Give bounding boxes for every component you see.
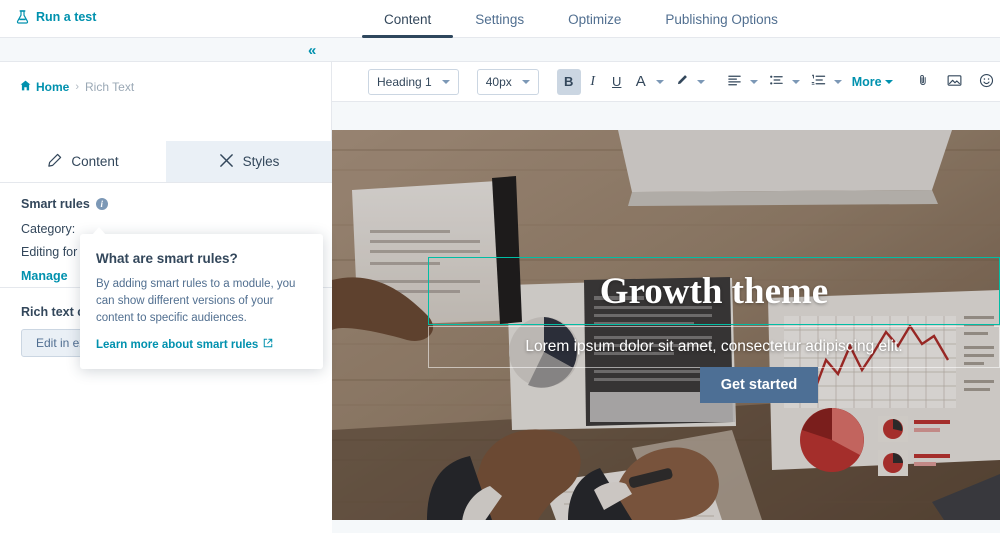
bold-button[interactable]: B: [557, 69, 581, 95]
numbered-list-button[interactable]: [807, 69, 831, 95]
rich-text-toolbar: Heading 1 40px B I U A: [332, 62, 1000, 102]
smart-rules-label-row: Smart rules i: [21, 197, 108, 211]
hero-subheading[interactable]: Lorem ipsum dolor sit amet, consectetur …: [428, 327, 1000, 367]
font-color-control[interactable]: A: [629, 69, 664, 95]
chevron-down-icon: [522, 80, 530, 84]
breadcrumb: Home › Rich Text: [20, 80, 134, 94]
align-left-button[interactable]: [723, 69, 747, 95]
tab-optimize[interactable]: Optimize: [546, 0, 643, 38]
image-icon: [947, 73, 962, 91]
font-size-select[interactable]: 40px: [477, 69, 539, 95]
external-link-icon: [263, 338, 273, 351]
chevron-down-icon: [656, 80, 664, 84]
secondary-strip: [0, 38, 1000, 62]
highlighter-icon: [674, 73, 689, 91]
breadcrumb-separator: ›: [75, 81, 79, 93]
highlight-control[interactable]: [670, 69, 705, 95]
run-a-test-button[interactable]: Run a test: [16, 10, 96, 24]
underline-button[interactable]: U: [605, 69, 629, 95]
emoji-button[interactable]: [975, 69, 999, 95]
smart-rules-category: Category:: [21, 222, 75, 236]
tab-content-label: Content: [384, 12, 431, 27]
smart-rules-tooltip: What are smart rules? By adding smart ru…: [80, 234, 323, 369]
bulleted-list-icon: [769, 73, 784, 91]
get-started-label: Get started: [721, 377, 798, 393]
bulleted-list-button[interactable]: [765, 69, 789, 95]
numbered-list-icon: [811, 73, 826, 91]
image-button[interactable]: [943, 69, 967, 95]
tab-settings-label: Settings: [475, 12, 524, 27]
underline-label: U: [612, 74, 621, 89]
page-editor: Run a test Content Settings Optimize Pub…: [0, 0, 1000, 533]
align-control[interactable]: [723, 69, 758, 95]
edit-in-external-editor-label: Edit in ex: [36, 336, 85, 350]
tab-content[interactable]: Content: [362, 0, 453, 38]
chevron-down-icon: [885, 80, 893, 84]
breadcrumb-home[interactable]: Home: [20, 80, 69, 94]
highlighter-button[interactable]: [670, 69, 694, 95]
hero-image-overlay: [332, 130, 1000, 520]
learn-more-link[interactable]: Learn more about smart rules: [96, 338, 273, 351]
panel-tab-styles-label: Styles: [243, 154, 280, 169]
smart-rules-editing-for: Editing for: [21, 245, 77, 259]
more-label: More: [852, 75, 882, 89]
top-tabs: Content Settings Optimize Publishing Opt…: [362, 0, 800, 38]
bold-label: B: [564, 74, 573, 89]
bulleted-list-control[interactable]: [765, 69, 800, 95]
italic-button[interactable]: I: [581, 69, 605, 95]
heading-select[interactable]: Heading 1: [368, 69, 459, 95]
paperclip-icon: [916, 73, 930, 90]
align-left-icon: [727, 73, 742, 91]
emoji-icon: [979, 73, 994, 91]
info-icon[interactable]: i: [96, 198, 108, 210]
learn-more-label: Learn more about smart rules: [96, 339, 258, 351]
tab-optimize-label: Optimize: [568, 12, 621, 27]
chevron-down-icon: [750, 80, 758, 84]
hero-module[interactable]: Growth theme Lorem ipsum dolor sit amet,…: [332, 130, 1000, 520]
tooltip-title: What are smart rules?: [96, 251, 238, 266]
tab-publishing-options[interactable]: Publishing Options: [643, 0, 800, 38]
font-size-select-value: 40px: [486, 75, 512, 89]
preview-canvas: Growth theme Lorem ipsum dolor sit amet,…: [332, 102, 1000, 533]
chevron-down-icon: [834, 80, 842, 84]
chevron-down-icon: [442, 80, 450, 84]
more-control[interactable]: More: [852, 75, 893, 89]
top-bar: Run a test Content Settings Optimize Pub…: [0, 0, 1000, 38]
run-a-test-label: Run a test: [36, 10, 96, 24]
panel-tab-content[interactable]: Content: [0, 141, 166, 182]
smart-rules-label: Smart rules: [21, 197, 90, 211]
panel-tabs: Content Styles: [0, 141, 332, 183]
heading-select-value: Heading 1: [377, 75, 432, 89]
panel-tab-styles[interactable]: Styles: [166, 141, 332, 182]
rich-text-content-label: Rich text c: [21, 305, 84, 319]
hero-heading[interactable]: Growth theme: [428, 259, 1000, 323]
home-icon: [20, 80, 31, 94]
brush-icon: [219, 153, 234, 171]
get-started-button[interactable]: Get started: [700, 367, 818, 403]
font-color-label: A: [636, 73, 646, 90]
italic-label: I: [590, 74, 595, 90]
font-color-button[interactable]: A: [629, 69, 653, 95]
pencil-icon: [47, 153, 62, 171]
panel-tab-content-label: Content: [71, 154, 118, 169]
attachment-button[interactable]: [911, 69, 935, 95]
tooltip-body: By adding smart rules to a module, you c…: [96, 276, 308, 327]
flask-icon: [16, 10, 29, 24]
collapse-sidebar-icon[interactable]: «: [308, 43, 315, 58]
numbered-list-control[interactable]: [807, 69, 842, 95]
breadcrumb-home-label: Home: [36, 80, 69, 94]
chevron-down-icon: [792, 80, 800, 84]
tab-settings[interactable]: Settings: [453, 0, 546, 38]
breadcrumb-current: Rich Text: [85, 80, 134, 94]
tab-publishing-options-label: Publishing Options: [665, 12, 778, 27]
manage-link[interactable]: Manage: [21, 269, 68, 283]
chevron-down-icon: [697, 80, 705, 84]
